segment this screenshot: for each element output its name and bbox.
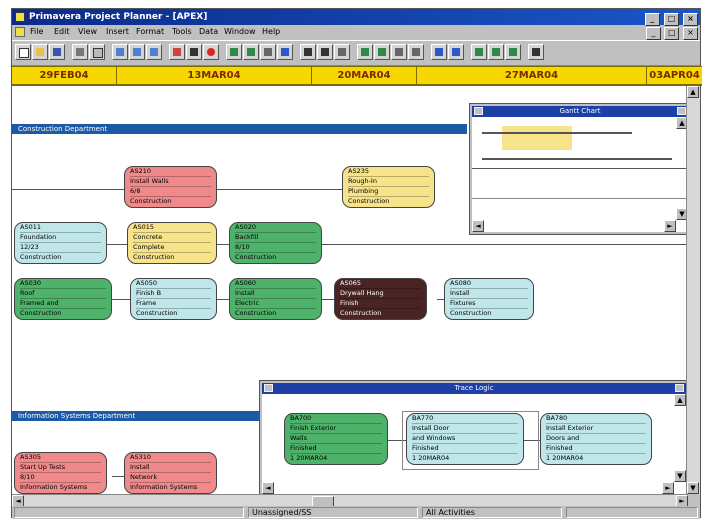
activity-node[interactable]: AS235 Rough-In Plumbing Construction [342,166,435,208]
timescale-date: 29FEB04 [12,67,117,85]
activity-node[interactable]: AS050 Finish B Frame Construction [130,278,217,320]
trace-scroll-left-icon[interactable]: ◄ [262,482,274,494]
trace-node[interactable]: BA780 Install Exterior Doors and Finished 1 … [540,413,652,465]
menu-file[interactable]: File [30,25,43,39]
gantt-system-icon[interactable] [474,107,483,115]
app-icon [15,12,25,22]
cut-icon[interactable] [112,44,128,60]
question-icon[interactable] [528,44,544,60]
activity-node[interactable]: AS015 Concrete Complete Construction [127,222,217,264]
document-icon[interactable] [15,27,25,37]
next-icon[interactable] [505,44,521,60]
status-bar: Unassigned/SS All Activities [12,506,700,519]
activity-node[interactable]: AS065 Drywall Hang Finish Construction [334,278,427,320]
trace-scroll-up-icon[interactable]: ▲ [674,394,686,406]
activity-node[interactable]: AS080 Install Fixtures Construction [444,278,534,320]
information-band: Information Systems Department [12,411,260,421]
gantt-chart-title: Gantt Chart [472,106,688,117]
app-window: Primavera Project Planner - [APEX] _ □ ×… [11,8,702,519]
activity-node[interactable]: AS060 Install Electric Construction [229,278,322,320]
trace-scroll-down-icon[interactable]: ▼ [674,470,686,482]
status-panel-filter: All Activities [422,507,562,518]
copy-icon[interactable] [129,44,145,60]
activity-node[interactable]: AS305 Start Up Tests 8/10 Information Syste… [14,452,107,494]
report-icon[interactable] [431,44,447,60]
open-icon[interactable] [32,44,48,60]
trace-node[interactable]: BA770 Install Door and Windows Finished 1 20… [406,413,524,465]
menu-view[interactable]: View [78,25,97,39]
doc-close-button[interactable]: × [683,27,698,40]
timescale-date: 20MAR04 [312,67,417,85]
paste-icon[interactable] [146,44,162,60]
trace-logic-window[interactable]: Trace Logic BA700 Finish Exterior Walls Fin… [259,380,688,494]
activity-node[interactable]: AS011 Foundation 12/23 Construction [14,222,107,264]
tool-icon[interactable] [334,44,350,60]
toolbar [12,40,700,66]
timescale-date: 27MAR04 [417,67,647,85]
filter-icon[interactable] [277,44,293,60]
vertical-scrollbar[interactable]: ▲ ▼ [686,86,700,494]
menu-bar: File Edit View Insert Format Tools Data … [12,25,700,40]
group-icon[interactable] [374,44,390,60]
gantt-highlight [502,126,572,150]
menu-edit[interactable]: Edit [54,25,70,39]
zoom-in-icon[interactable] [300,44,316,60]
new-icon[interactable] [15,44,31,60]
network-icon[interactable] [357,44,373,60]
previous-icon[interactable] [488,44,504,60]
columns-icon[interactable] [408,44,424,60]
status-panel-message [14,507,244,518]
save-icon[interactable] [49,44,65,60]
zoom-out-icon[interactable] [317,44,333,60]
activity-node[interactable]: AS020 Backfill 8/10 Construction [229,222,322,264]
menu-window[interactable]: Window [224,25,256,39]
activity-node[interactable]: AS310 Install Network Information Systems [124,452,217,494]
gantt-scroll-left-icon[interactable]: ◄ [472,220,484,232]
find-icon[interactable] [186,44,202,60]
scroll-down-icon[interactable]: ▼ [687,482,699,494]
trace-node[interactable]: BA700 Finish Exterior Walls Finished 1 20MAR… [284,413,388,465]
trace-maximize-icon[interactable] [675,384,684,392]
trace-scroll-right-icon[interactable]: ► [662,482,674,494]
horizontal-scrollbar[interactable]: ◄ ► [12,494,688,507]
menu-data[interactable]: Data [199,25,218,39]
chart-icon[interactable] [169,44,185,60]
menu-tools[interactable]: Tools [172,25,192,39]
navigate-icon[interactable] [471,44,487,60]
menu-format[interactable]: Format [136,25,164,39]
trace-logic-title: Trace Logic [262,383,686,394]
activity-node[interactable]: AS030 Roof Framed and Construction [14,278,112,320]
gantt-scroll-right-icon[interactable]: ► [664,220,676,232]
link-icon[interactable] [260,44,276,60]
pert-canvas[interactable]: Construction Department Information Syst… [12,86,688,494]
gantt-maximize-icon[interactable] [677,107,686,115]
window-title: Primavera Project Planner - [APEX] [29,12,208,22]
doc-restore-button[interactable]: □ [664,27,680,40]
status-panel-layout: Unassigned/SS [248,507,418,518]
print-icon[interactable] [72,44,88,60]
stop-icon[interactable] [203,44,219,60]
help-context-icon[interactable] [448,44,464,60]
gantt-chart-window[interactable]: Gantt Chart ◄ ► ▲ ▼ [469,103,688,235]
construction-band: Construction Department [12,124,467,134]
timescale: 29FEB04 13MAR04 20MAR04 27MAR04 03APR04 [12,66,702,86]
pert-icon[interactable] [243,44,259,60]
table-icon[interactable] [391,44,407,60]
timescale-date: 03APR04 [649,70,700,81]
menu-help[interactable]: Help [262,25,280,39]
scroll-up-icon[interactable]: ▲ [687,86,699,98]
title-bar: Primavera Project Planner - [APEX] _ □ × [12,9,700,26]
doc-minimize-button[interactable]: _ [645,27,661,40]
status-panel-extra [566,507,698,518]
timescale-date: 13MAR04 [117,67,312,85]
print-preview-icon[interactable] [89,44,105,60]
trace-system-icon[interactable] [264,384,273,392]
activity-node[interactable]: AS210 Install Walls 6/8 Construction [124,166,217,208]
menu-insert[interactable]: Insert [106,25,129,39]
layout-icon[interactable] [226,44,242,60]
